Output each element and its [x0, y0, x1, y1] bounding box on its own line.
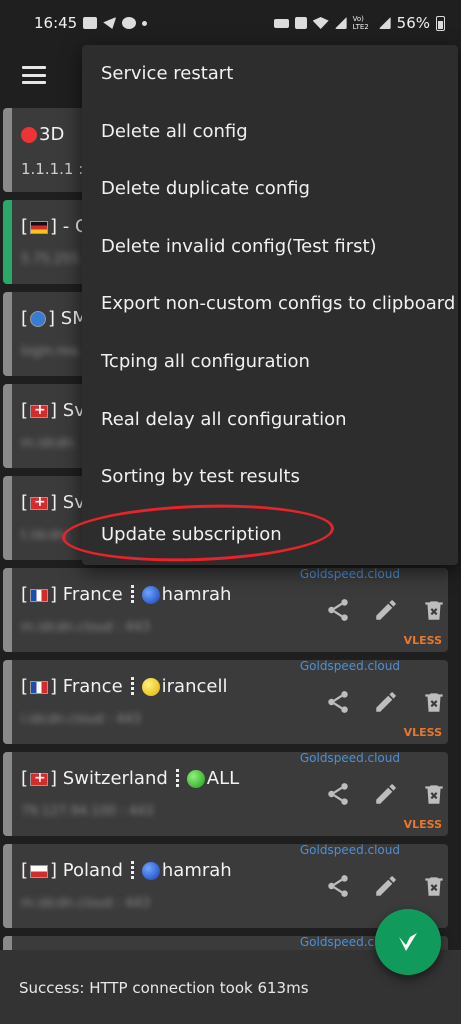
poland-flag-icon: [30, 864, 49, 878]
blue-circle-icon: [141, 862, 160, 880]
network-label: Vo) LTE2: [352, 15, 369, 31]
france-flag-icon: [30, 588, 49, 602]
selection-bar: [3, 384, 12, 468]
status-left: 16:45: [34, 14, 148, 32]
selection-bar: [3, 292, 12, 376]
alarm-clock-icon: [21, 127, 37, 143]
share-icon[interactable]: [322, 778, 354, 810]
yellow-circle-icon: [141, 678, 160, 696]
config-title: [] SwitzerlandALL: [21, 768, 239, 789]
config-title: [] SM: [21, 308, 88, 329]
pencil-icon[interactable]: [370, 778, 402, 810]
menu-item-delete-duplicate-config[interactable]: Delete duplicate config: [101, 178, 310, 199]
green-circle-icon: [186, 770, 205, 788]
france-flag-icon: [30, 680, 49, 694]
config-title: 3D: [21, 124, 64, 145]
config-card[interactable]: Goldspeed.cloud [] SwitzerlandALL 79.127…: [3, 752, 448, 836]
menu-item-tcping-all[interactable]: Tcping all configuration: [101, 351, 310, 372]
status-time: 16:45: [34, 14, 78, 32]
globe-icon: [30, 311, 47, 327]
selection-bar: [3, 568, 12, 652]
protocol-badge: VLESS: [403, 726, 442, 739]
config-title: [] France irancell: [21, 676, 228, 697]
config-address: m.idcdn.cloud : 443: [21, 896, 151, 911]
config-card[interactable]: Goldspeed.cloud [] Poland hamrah m.idcdn.…: [3, 844, 448, 928]
menu-item-update-subscription[interactable]: Update subscription: [101, 524, 282, 545]
config-actions: [308, 778, 448, 812]
gallery-icon: [83, 17, 98, 29]
config-title: [] Sv: [21, 492, 85, 513]
protocol-badge: VLESS: [403, 634, 442, 647]
pencil-icon[interactable]: [370, 594, 402, 626]
selection-bar: [3, 844, 12, 928]
signal-icon: [334, 17, 347, 29]
battery-percent: 56%: [396, 14, 430, 32]
brand-label: Goldspeed.cloud: [299, 660, 400, 673]
menu-item-sort-by-results[interactable]: Sorting by test results: [101, 466, 300, 487]
selection-bar-active: [3, 200, 12, 284]
config-address: t.idcdn.: [21, 528, 70, 543]
protocol-badge: VLESS: [403, 818, 442, 831]
battery-icon: [436, 15, 445, 31]
selection-bar: [3, 752, 12, 836]
switzerland-flag-icon: [30, 770, 49, 786]
more-notifications-icon: [142, 20, 148, 26]
pencil-icon[interactable]: [370, 870, 402, 902]
selection-bar: [3, 108, 12, 192]
menu-item-export-configs[interactable]: Export non-custom configs to clipboard: [101, 293, 455, 314]
delete-icon[interactable]: [418, 686, 448, 718]
menu-item-delete-invalid-config[interactable]: Delete invalid config(Test first): [101, 236, 377, 257]
menu-item-delete-all-config[interactable]: Delete all config: [101, 121, 248, 142]
config-title: [] Poland hamrah: [21, 860, 232, 881]
chat-icon: [122, 17, 137, 29]
config-address: m.idcdn.: [21, 436, 78, 451]
brand-label: Goldspeed.cloud: [299, 844, 400, 857]
share-icon[interactable]: [322, 686, 354, 718]
blue-circle-icon: [141, 586, 160, 604]
config-actions: [308, 686, 448, 720]
config-title: [] Sv: [21, 400, 85, 421]
v-logo-icon: [399, 933, 417, 951]
telegram-icon: [103, 17, 117, 29]
menu-item-service-restart[interactable]: Service restart: [101, 63, 233, 84]
config-actions: [308, 594, 448, 628]
selection-bar: [3, 660, 12, 744]
brand-label: Goldspeed.cloud: [299, 752, 400, 765]
config-card[interactable]: Goldspeed.cloud [] France irancell i.idcd…: [3, 660, 448, 744]
selection-bar: [3, 476, 12, 560]
key-icon: [273, 18, 289, 28]
config-address: 5.75.255.: [21, 252, 84, 267]
share-icon[interactable]: [322, 870, 354, 902]
wifi-icon: [312, 17, 329, 29]
delete-icon[interactable]: [418, 870, 448, 902]
overflow-menu: Service restart Delete all config Delete…: [82, 45, 458, 565]
config-address: 1.1.1.1 :: [21, 160, 84, 178]
config-address: m.idcdn.cloud : 443: [21, 620, 151, 635]
delete-icon[interactable]: [418, 594, 448, 626]
menu-icon[interactable]: [22, 66, 46, 84]
snackbar-message: Success: HTTP connection took 613ms: [19, 979, 309, 997]
switzerland-flag-icon: [30, 402, 49, 418]
config-address: login.rea.: [21, 344, 82, 359]
status-right: Vo) LTE2 56%: [273, 14, 445, 32]
share-icon[interactable]: [322, 594, 354, 626]
switzerland-flag-icon: [30, 494, 49, 510]
delete-icon[interactable]: [418, 778, 448, 810]
signal-2-icon: [378, 17, 391, 29]
pencil-icon[interactable]: [370, 686, 402, 718]
config-address: 79.127.94.100 : 443: [21, 804, 154, 819]
brand-label: Goldspeed.cloud: [299, 568, 400, 581]
menu-item-real-delay-all[interactable]: Real delay all configuration: [101, 409, 347, 430]
status-bar: 16:45 Vo) LTE2 56%: [0, 0, 461, 46]
connect-fab[interactable]: [375, 909, 441, 975]
config-card[interactable]: Goldspeed.cloud [] France hamrah m.idcdn.…: [3, 568, 448, 652]
config-title: [] - G: [21, 216, 89, 237]
germany-flag-icon: [30, 220, 49, 234]
mute-icon: [294, 17, 307, 29]
config-actions: [308, 870, 448, 904]
config-address: i.idcdn.cloud : 443: [21, 712, 142, 727]
config-title: [] France hamrah: [21, 584, 232, 605]
